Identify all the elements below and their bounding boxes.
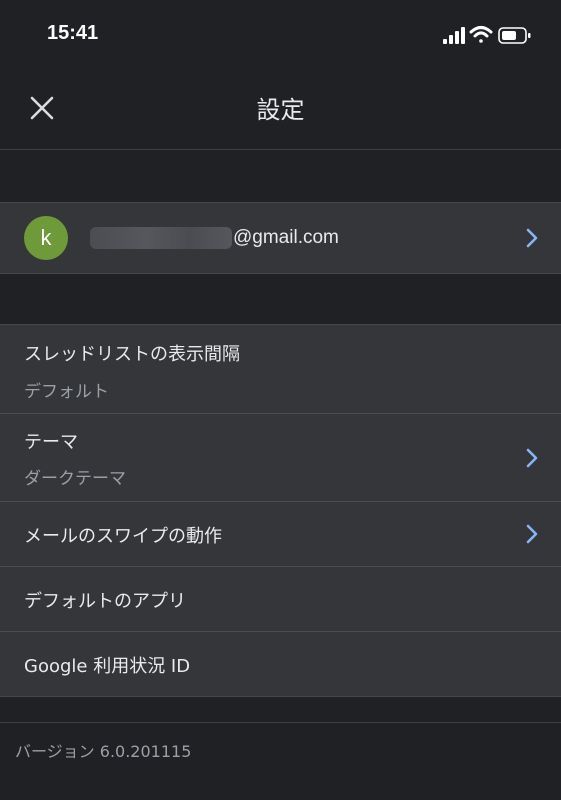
avatar: k (24, 216, 68, 260)
setting-value: デフォルト (24, 382, 109, 402)
chevron-right-icon (526, 524, 538, 544)
footer-divider (0, 722, 561, 723)
status-time: 15:41 (47, 22, 99, 44)
app-bar: 設定 (0, 70, 561, 150)
setting-label: スレッドリストの表示間隔 (24, 344, 240, 365)
status-icons (435, 24, 535, 48)
wifi-icon (469, 26, 493, 43)
setting-label: メールのスワイプの動作 (24, 526, 222, 547)
status-bar: 15:41 (0, 0, 561, 70)
setting-label: Google 利用状況 ID (24, 656, 191, 677)
setting-default-apps[interactable]: デフォルトのアプリ (0, 567, 561, 631)
account-email: @gmail.com (233, 227, 339, 248)
setting-label: デフォルトのアプリ (24, 591, 186, 612)
setting-thread-list-density[interactable]: スレッドリストの表示間隔 デフォルト (0, 325, 561, 413)
setting-label: テーマ (24, 432, 78, 453)
settings-list: スレッドリストの表示間隔 デフォルト テーマ ダークテーマ メールのスワイプの動… (0, 324, 561, 697)
setting-theme[interactable]: テーマ ダークテーマ (0, 414, 561, 501)
setting-value: ダークテーマ (24, 469, 126, 489)
page-title: 設定 (256, 96, 305, 124)
account-row[interactable]: k @gmail.com (0, 202, 561, 274)
signal-icon (443, 27, 465, 44)
chevron-right-icon (526, 448, 538, 468)
setting-google-usage-id[interactable]: Google 利用状況 ID (0, 632, 561, 696)
battery-icon (498, 27, 531, 44)
app-version: バージョン 6.0.201115 (15, 742, 192, 761)
setting-swipe-actions[interactable]: メールのスワイプの動作 (0, 502, 561, 566)
redacted-email-local-part (90, 227, 232, 249)
chevron-right-icon (526, 228, 538, 248)
